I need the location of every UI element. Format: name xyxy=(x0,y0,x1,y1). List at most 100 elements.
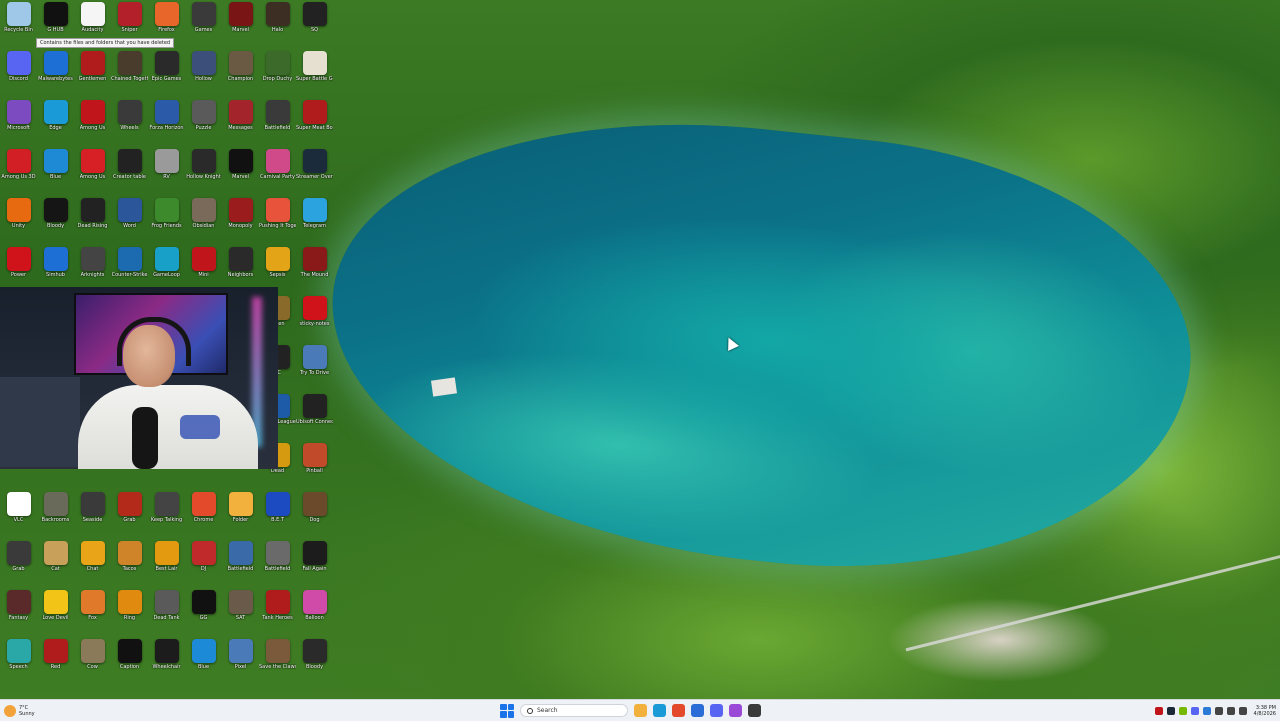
desktop-icon[interactable]: Halo xyxy=(259,0,296,49)
desktop-icon[interactable]: Battlefield xyxy=(259,98,296,147)
taskbar-app-chrome[interactable] xyxy=(672,704,685,717)
desktop-icon[interactable]: SQ xyxy=(296,0,333,49)
desktop-icon[interactable]: Hollow xyxy=(185,49,222,98)
desktop-icon[interactable]: Wheels xyxy=(111,98,148,147)
desktop-icon[interactable]: Dead Rising xyxy=(74,196,111,245)
desktop-icon[interactable]: Ubisoft Connect xyxy=(296,392,333,441)
desktop-icon[interactable]: Marvel xyxy=(222,147,259,196)
desktop-icon[interactable]: Fantasy xyxy=(0,588,37,637)
desktop-icon[interactable]: Dead Tank xyxy=(148,588,185,637)
desktop-icon[interactable]: Pushing It Together xyxy=(259,196,296,245)
desktop-icon[interactable]: Malwarebytes xyxy=(37,49,74,98)
desktop-icon[interactable]: Pixel xyxy=(222,637,259,686)
desktop-icon[interactable]: Drop Duchy xyxy=(259,49,296,98)
desktop-icon[interactable]: Super Meat Boy 3D xyxy=(296,98,333,147)
desktop-icon[interactable]: VLC xyxy=(0,490,37,539)
desktop-icon[interactable]: Discord xyxy=(0,49,37,98)
desktop-icon[interactable]: Grab xyxy=(0,539,37,588)
desktop-icon[interactable]: Unity xyxy=(0,196,37,245)
desktop-icon[interactable]: sticky-notes xyxy=(296,294,333,343)
desktop-icon[interactable]: Chrome xyxy=(185,490,222,539)
desktop-icon[interactable]: Bloody xyxy=(37,196,74,245)
desktop-icon[interactable]: DJ xyxy=(185,539,222,588)
desktop-icon[interactable]: Battlefield xyxy=(259,539,296,588)
desktop-icon[interactable]: Word xyxy=(111,196,148,245)
onedrive-tray-icon[interactable] xyxy=(1202,706,1211,715)
desktop-icon[interactable]: Streamer Overlay xyxy=(296,147,333,196)
search-input[interactable]: Search xyxy=(520,704,628,717)
desktop-icon[interactable]: Frog Friends xyxy=(148,196,185,245)
desktop-icon[interactable]: SAT xyxy=(222,588,259,637)
obs-tray-icon[interactable] xyxy=(1154,706,1163,715)
desktop-icon[interactable]: Best Lair xyxy=(148,539,185,588)
desktop-icon[interactable]: Wheelchair xyxy=(148,637,185,686)
desktop-icon[interactable]: Dog xyxy=(296,490,333,539)
desktop-icon[interactable]: Messages xyxy=(222,98,259,147)
desktop-icon[interactable]: Among Us xyxy=(74,147,111,196)
desktop-icon[interactable]: Chat xyxy=(74,539,111,588)
desktop-icon[interactable]: Recycle Bin xyxy=(0,0,37,49)
desktop-icon[interactable]: Save the Claws xyxy=(259,637,296,686)
desktop-icon[interactable]: Telegram xyxy=(296,196,333,245)
desktop-icon[interactable]: Seaside xyxy=(74,490,111,539)
desktop-icon[interactable]: Forza Horizon xyxy=(148,98,185,147)
desktop-icon[interactable]: Among Us 3D xyxy=(0,147,37,196)
taskbar-app-camera[interactable] xyxy=(748,704,761,717)
desktop-icon[interactable]: Love Devil xyxy=(37,588,74,637)
desktop-icon[interactable]: Epic Games xyxy=(148,49,185,98)
desktop-icon[interactable]: Microsoft xyxy=(0,98,37,147)
desktop-icon[interactable]: Backrooms xyxy=(37,490,74,539)
desktop-icon[interactable]: B.E.T xyxy=(259,490,296,539)
clock[interactable]: 3:38 PM 4/8/2026 xyxy=(1254,705,1276,717)
discord-tray-icon[interactable] xyxy=(1190,706,1199,715)
taskbar-app-discord[interactable] xyxy=(710,704,723,717)
desktop-icon[interactable]: Ring xyxy=(111,588,148,637)
desktop-icon[interactable]: Bloody xyxy=(296,637,333,686)
desktop-icon[interactable]: Hollow Knight xyxy=(185,147,222,196)
desktop-icon[interactable]: Monopoly xyxy=(222,196,259,245)
desktop-icon[interactable]: Keep Talking xyxy=(148,490,185,539)
taskbar-app-copilot[interactable] xyxy=(729,704,742,717)
desktop-icon[interactable]: Cat xyxy=(37,539,74,588)
steam-tray-icon[interactable] xyxy=(1166,706,1175,715)
desktop-icon[interactable]: RV xyxy=(148,147,185,196)
desktop-icon[interactable]: Chained Together xyxy=(111,49,148,98)
start-button[interactable] xyxy=(500,703,514,718)
desktop-icon[interactable]: Carnival Party xyxy=(259,147,296,196)
desktop-icon[interactable]: Grab xyxy=(111,490,148,539)
desktop-icon[interactable]: Red xyxy=(37,637,74,686)
desktop-icon[interactable]: Puzzle xyxy=(185,98,222,147)
desktop-icon[interactable]: Caption xyxy=(111,637,148,686)
desktop-icon[interactable]: The Mound xyxy=(296,245,333,294)
desktop-icon[interactable]: Obsidian xyxy=(185,196,222,245)
weather-widget[interactable]: 7°C Sunny xyxy=(4,702,35,719)
desktop-icon[interactable]: Fox xyxy=(74,588,111,637)
desktop-icon[interactable]: Edge xyxy=(37,98,74,147)
desktop-icon[interactable]: Gentlemen xyxy=(74,49,111,98)
taskbar-app-file-explorer[interactable] xyxy=(634,704,647,717)
desktop-icon[interactable]: Marvel xyxy=(222,0,259,49)
desktop-icon[interactable]: Creator table xyxy=(111,147,148,196)
battery-tray-icon[interactable] xyxy=(1238,706,1247,715)
desktop-icon[interactable]: Tank Heroes xyxy=(259,588,296,637)
desktop-icon[interactable]: Folder xyxy=(222,490,259,539)
network-tray-icon[interactable] xyxy=(1214,706,1223,715)
desktop-icon[interactable]: Try To Drive xyxy=(296,343,333,392)
desktop-icon[interactable]: Pinball xyxy=(296,441,333,490)
desktop-icon[interactable]: Blue xyxy=(37,147,74,196)
desktop-icon[interactable]: Battlefield xyxy=(222,539,259,588)
taskbar-app-edge[interactable] xyxy=(653,704,666,717)
desktop-icon[interactable]: Balloon xyxy=(296,588,333,637)
desktop-icon[interactable]: Speech xyxy=(0,637,37,686)
taskbar-app-store[interactable] xyxy=(691,704,704,717)
desktop-icon[interactable]: Super Battle Golf xyxy=(296,49,333,98)
desktop-icon[interactable]: GG xyxy=(185,588,222,637)
desktop-icon[interactable]: Cow xyxy=(74,637,111,686)
nvidia-tray-icon[interactable] xyxy=(1178,706,1187,715)
desktop-icon[interactable]: Among Us xyxy=(74,98,111,147)
volume-tray-icon[interactable] xyxy=(1226,706,1235,715)
desktop-icon[interactable]: Fall Again xyxy=(296,539,333,588)
desktop-icon[interactable]: Games xyxy=(185,0,222,49)
desktop-icon[interactable]: Tacos xyxy=(111,539,148,588)
desktop-icon[interactable]: Blue xyxy=(185,637,222,686)
